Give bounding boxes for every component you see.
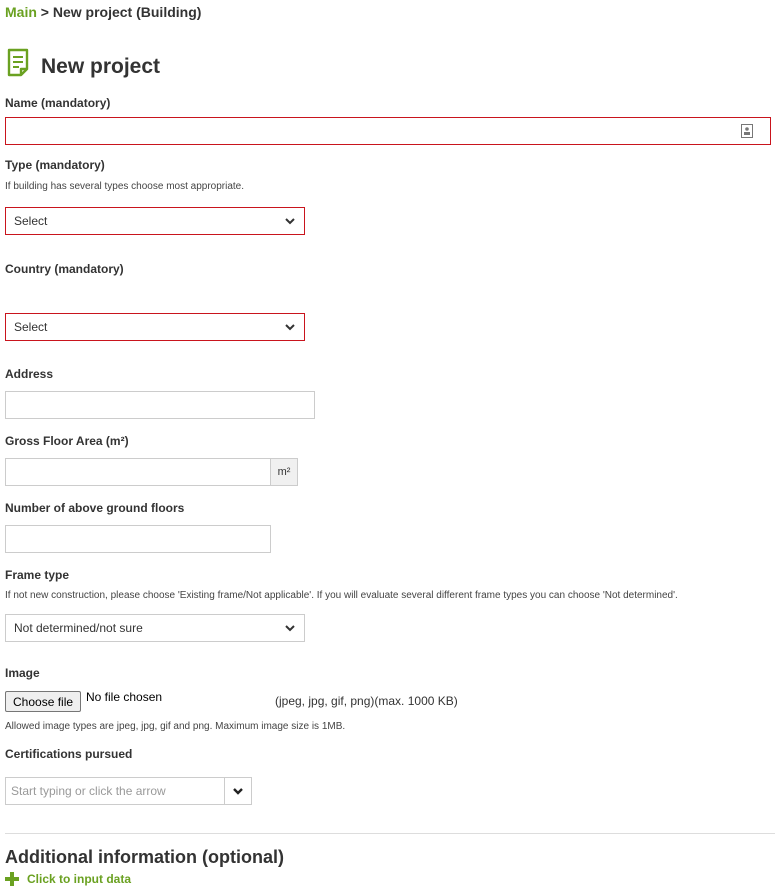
gross-floor-area-label: Gross Floor Area (m²) <box>5 434 129 448</box>
breadcrumb: Main > New project (Building) <box>5 4 201 20</box>
certifications-dropdown-button[interactable] <box>224 778 251 804</box>
chevron-down-icon <box>285 625 295 632</box>
breadcrumb-current: New project (Building) <box>52 4 202 20</box>
certifications-label: Certifications pursued <box>5 747 133 761</box>
input-data-link-label[interactable]: Click to input data <box>27 872 131 886</box>
type-selected-value: Select <box>14 214 48 228</box>
type-help-text: If building has several types choose mos… <box>5 181 245 192</box>
chevron-down-icon <box>285 324 295 331</box>
floors-label: Number of above ground floors <box>5 501 185 515</box>
chevron-down-icon <box>285 218 295 225</box>
additional-info-title: Additional information (optional) <box>5 847 284 867</box>
section-divider <box>5 833 775 834</box>
image-label: Image <box>5 666 40 680</box>
contact-card-icon[interactable] <box>741 124 753 138</box>
page-title: New project <box>41 55 161 78</box>
document-icon <box>7 48 29 77</box>
frame-type-select[interactable]: Not determined/not sure <box>5 614 305 642</box>
choose-file-button[interactable]: Choose file <box>5 691 82 712</box>
area-unit-addon: m² <box>271 458 298 486</box>
country-label: Country (mandatory) <box>5 262 124 276</box>
breadcrumb-separator: > <box>40 4 49 20</box>
plus-icon <box>5 872 19 886</box>
address-input[interactable] <box>5 391 315 419</box>
certifications-input[interactable]: Start typing or click the arrow <box>6 778 224 804</box>
frame-type-label: Frame type <box>5 568 70 582</box>
image-help-text: Allowed image types are jpeg, jpg, gif a… <box>5 721 346 732</box>
type-select[interactable]: Select <box>5 207 305 235</box>
country-select[interactable]: Select <box>5 313 305 341</box>
image-format-note: (jpeg, jpg, gif, png)(max. 1000 KB) <box>275 694 458 708</box>
chevron-down-icon <box>233 788 243 795</box>
gross-floor-area-input[interactable] <box>5 458 271 486</box>
name-label: Name (mandatory) <box>5 96 111 110</box>
file-status-text: No file chosen <box>86 690 163 704</box>
address-label: Address <box>5 367 54 381</box>
type-label: Type (mandatory) <box>5 158 105 172</box>
breadcrumb-home-link[interactable]: Main <box>5 4 37 20</box>
frame-type-help-text: If not new construction, please choose '… <box>5 590 678 601</box>
floors-input[interactable] <box>5 525 271 553</box>
input-data-link[interactable]: Click to input data <box>5 872 131 886</box>
country-selected-value: Select <box>14 320 48 334</box>
certifications-combobox[interactable]: Start typing or click the arrow <box>5 777 252 805</box>
frame-type-selected-value: Not determined/not sure <box>14 621 143 635</box>
name-input[interactable] <box>5 117 771 145</box>
